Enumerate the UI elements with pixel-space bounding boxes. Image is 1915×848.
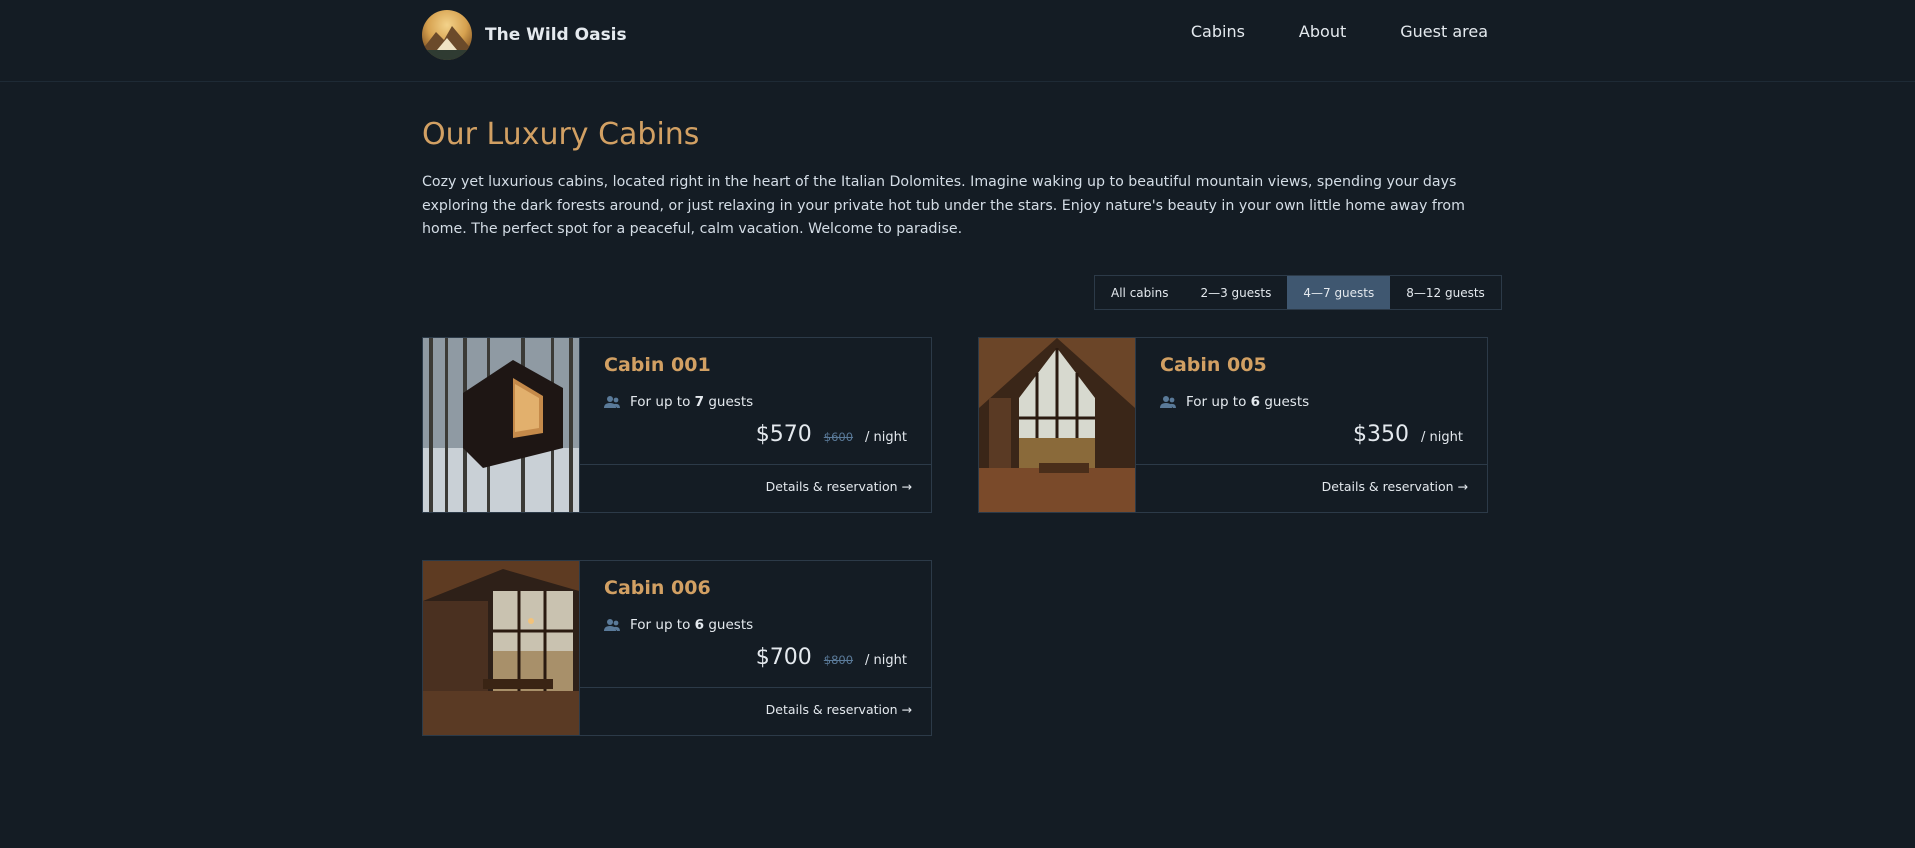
- details-reservation-link[interactable]: Details & reservation →: [766, 479, 912, 494]
- logo-text: The Wild Oasis: [485, 25, 627, 45]
- page-intro: Cozy yet luxurious cabins, located right…: [422, 174, 1465, 237]
- filter-all-cabins[interactable]: All cabins: [1095, 276, 1184, 309]
- cabin-details: Cabin 005 For up to 6 guests $350 / nigh…: [1135, 338, 1487, 512]
- nav-cabins[interactable]: Cabins: [1191, 22, 1245, 41]
- users-icon: [604, 619, 620, 631]
- cabin-capacity: For up to 7 guests: [604, 394, 753, 410]
- cabin-card-footer: Details & reservation →: [580, 464, 931, 512]
- cabin-name: Cabin 006: [604, 577, 711, 599]
- page-title: Our Luxury Cabins: [422, 117, 700, 152]
- cabin-details: Cabin 006 For up to 6 guests $700 $800 /…: [579, 561, 931, 735]
- cabin-price-row: $350 / night: [1353, 422, 1463, 447]
- cabin-name: Cabin 005: [1160, 354, 1267, 376]
- details-reservation-link[interactable]: Details & reservation →: [766, 702, 912, 717]
- cabin-card-footer: Details & reservation →: [1136, 464, 1487, 512]
- cabin-price-row: $700 $800 / night: [756, 645, 907, 670]
- cabin-price-row: $570 $600 / night: [756, 422, 907, 447]
- cabin-price-unit: / night: [865, 653, 907, 668]
- cabin-old-price: $600: [823, 430, 854, 444]
- cabin-image: [979, 338, 1135, 512]
- users-icon: [604, 396, 620, 408]
- cabin-capacity-text: For up to 6 guests: [630, 617, 754, 633]
- filter-2-3-guests[interactable]: 2—3 guests: [1184, 276, 1287, 309]
- cabin-price-unit: / night: [865, 430, 907, 445]
- cabin-details: Cabin 001 For up to 7 guests $570 $600 /…: [579, 338, 931, 512]
- details-reservation-link[interactable]: Details & reservation →: [1322, 479, 1468, 494]
- cabin-price: $350: [1353, 422, 1410, 447]
- cabin-capacity: For up to 6 guests: [1160, 394, 1309, 410]
- cabin-capacity-text: For up to 7 guests: [630, 394, 754, 410]
- cabin-capacity-text: For up to 6 guests: [1186, 394, 1310, 410]
- site-header: The Wild Oasis Cabins About Guest area: [0, 0, 1915, 82]
- nav-guest-area[interactable]: Guest area: [1400, 22, 1488, 41]
- cabin-capacity: For up to 6 guests: [604, 617, 753, 633]
- users-icon: [1160, 396, 1176, 408]
- cabin-card-footer: Details & reservation →: [580, 687, 931, 735]
- main-nav: Cabins About Guest area: [1191, 22, 1488, 41]
- cabin-card: Cabin 005 For up to 6 guests $350 / nigh…: [978, 337, 1488, 513]
- guest-filter: All cabins 2—3 guests 4—7 guests 8—12 gu…: [1094, 275, 1502, 310]
- cabin-price: $570: [755, 422, 812, 447]
- cabin-image: [423, 561, 579, 735]
- nav-about[interactable]: About: [1299, 22, 1346, 41]
- filter-4-7-guests[interactable]: 4—7 guests: [1287, 276, 1391, 309]
- logo-mark-icon: [422, 10, 472, 60]
- cabin-card: Cabin 006 For up to 6 guests $700 $800 /…: [422, 560, 932, 736]
- cabin-card: Cabin 001 For up to 7 guests $570 $600 /…: [422, 337, 932, 513]
- cabin-image: [423, 338, 579, 512]
- cabin-old-price: $800: [823, 653, 854, 667]
- logo[interactable]: The Wild Oasis: [422, 10, 627, 60]
- filter-8-12-guests[interactable]: 8—12 guests: [1390, 276, 1501, 309]
- cabin-name: Cabin 001: [604, 354, 711, 376]
- cabin-price: $700: [755, 645, 812, 670]
- cabin-price-unit: / night: [1421, 430, 1463, 445]
